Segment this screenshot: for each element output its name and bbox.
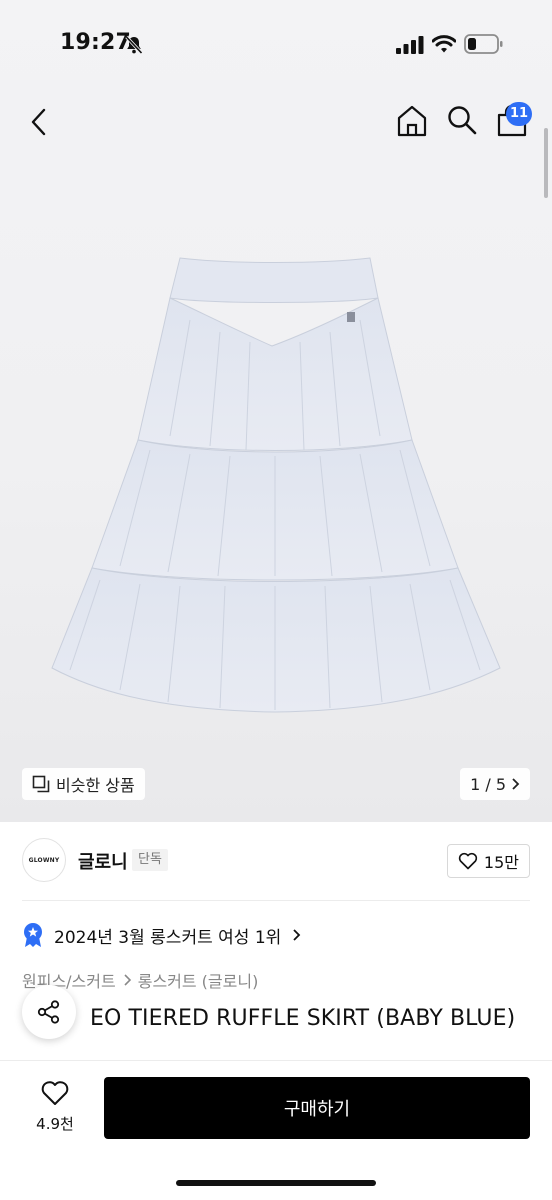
- chevron-right-icon: [512, 778, 520, 790]
- bell-slash-icon: [125, 35, 143, 55]
- exclusive-badge: 단독: [132, 849, 168, 871]
- status-bar: 19:27: [0, 0, 552, 88]
- heart-icon: [458, 852, 478, 870]
- brand-like-button[interactable]: 15만: [446, 844, 530, 878]
- product-image-gallery[interactable]: 19:27 11 비슷한 상품 1 / 5: [0, 0, 552, 822]
- wifi-icon: [432, 35, 456, 53]
- brand-row: GLOWNY 글로니 단독 15만: [0, 822, 552, 900]
- ranking-medal-icon: [24, 923, 42, 947]
- buy-button[interactable]: 구매하기: [104, 1077, 530, 1139]
- image-pager[interactable]: 1 / 5: [460, 768, 530, 800]
- wishlist-count: 4.9천: [36, 1115, 74, 1133]
- chevron-right-icon: [124, 974, 131, 986]
- search-icon[interactable]: [446, 104, 478, 136]
- similar-products-button[interactable]: 비슷한 상품: [22, 768, 145, 800]
- share-icon: [37, 1000, 60, 1024]
- pager-label: 1 / 5: [470, 774, 506, 794]
- chevron-right-icon: [293, 929, 301, 941]
- signal-icon: [396, 36, 424, 54]
- wishlist-button[interactable]: 4.9천: [26, 1079, 84, 1134]
- similar-items-icon: [32, 775, 50, 793]
- divider: [22, 900, 530, 901]
- bottom-action-bar: 4.9천 구매하기: [0, 1060, 552, 1200]
- heart-icon: [41, 1081, 69, 1105]
- product-photo: [51, 257, 501, 713]
- similar-products-label: 비슷한 상품: [56, 776, 135, 795]
- cart-count-badge: 11: [506, 102, 533, 126]
- home-icon[interactable]: [396, 104, 428, 138]
- ranking-label: 2024년 3월 롱스커트 여성 1위: [54, 927, 282, 948]
- status-time: 19:27: [60, 30, 132, 55]
- ranking-link[interactable]: 2024년 3월 롱스커트 여성 1위: [22, 922, 301, 948]
- battery-icon: [464, 34, 503, 54]
- product-title: EO TIERED RUFFLE SKIRT (BABY BLUE): [90, 1006, 516, 1031]
- home-indicator: [176, 1180, 376, 1186]
- breadcrumb-item[interactable]: 롱스커트 (글로니): [138, 968, 259, 992]
- brand-like-count: 15만: [483, 853, 519, 872]
- brand-logo[interactable]: GLOWNY: [22, 838, 66, 882]
- scrollbar[interactable]: [544, 128, 548, 198]
- brand-name[interactable]: 글로니: [78, 848, 128, 874]
- share-button[interactable]: [22, 985, 76, 1039]
- back-chevron-icon[interactable]: [24, 104, 54, 140]
